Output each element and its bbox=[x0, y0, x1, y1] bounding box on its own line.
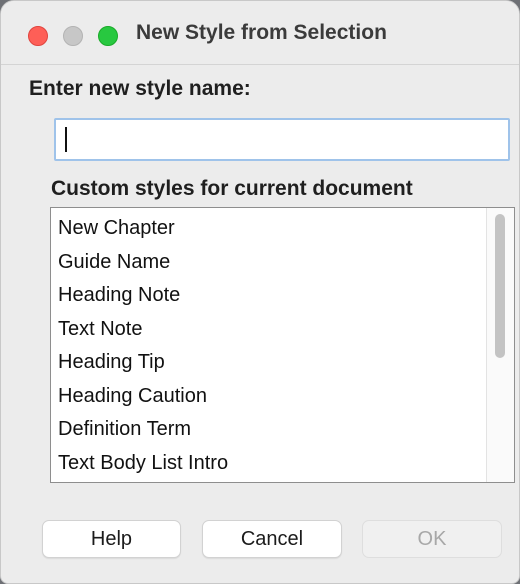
style-list-item[interactable]: Text Note bbox=[51, 313, 228, 347]
style-list-item[interactable]: New Chapter bbox=[51, 212, 228, 246]
style-list-item[interactable]: Heading Tip bbox=[51, 346, 228, 380]
style-list-item[interactable]: Heading Note bbox=[51, 279, 228, 313]
new-style-dialog: New Style from Selection Enter new style… bbox=[0, 0, 520, 584]
close-window-button[interactable] bbox=[28, 26, 48, 46]
minimize-window-button bbox=[63, 26, 83, 46]
style-list-item[interactable]: Text Body List Intro bbox=[51, 447, 228, 481]
scrollbar-thumb[interactable] bbox=[495, 214, 505, 358]
help-button[interactable]: Help bbox=[42, 520, 181, 558]
style-list-item[interactable]: Definition Term bbox=[51, 413, 228, 447]
cancel-button[interactable]: Cancel bbox=[202, 520, 342, 558]
style-name-input[interactable] bbox=[54, 118, 510, 161]
custom-styles-label: Custom styles for current document bbox=[51, 177, 413, 200]
title-bar: New Style from Selection bbox=[1, 1, 519, 65]
style-list-item[interactable]: Guide Name bbox=[51, 246, 228, 280]
style-list-item[interactable]: Heading Caution bbox=[51, 380, 228, 414]
text-cursor bbox=[65, 127, 67, 152]
list-scrollbar[interactable] bbox=[486, 208, 514, 482]
style-name-label: Enter new style name: bbox=[29, 77, 251, 100]
ok-button[interactable]: OK bbox=[362, 520, 502, 558]
custom-styles-list[interactable]: New Chapter Guide Name Heading Note Text No… bbox=[50, 207, 515, 483]
style-list-items: New Chapter Guide Name Heading Note Text No… bbox=[51, 212, 228, 480]
zoom-window-button[interactable] bbox=[98, 26, 118, 46]
window-title: New Style from Selection bbox=[136, 21, 387, 44]
